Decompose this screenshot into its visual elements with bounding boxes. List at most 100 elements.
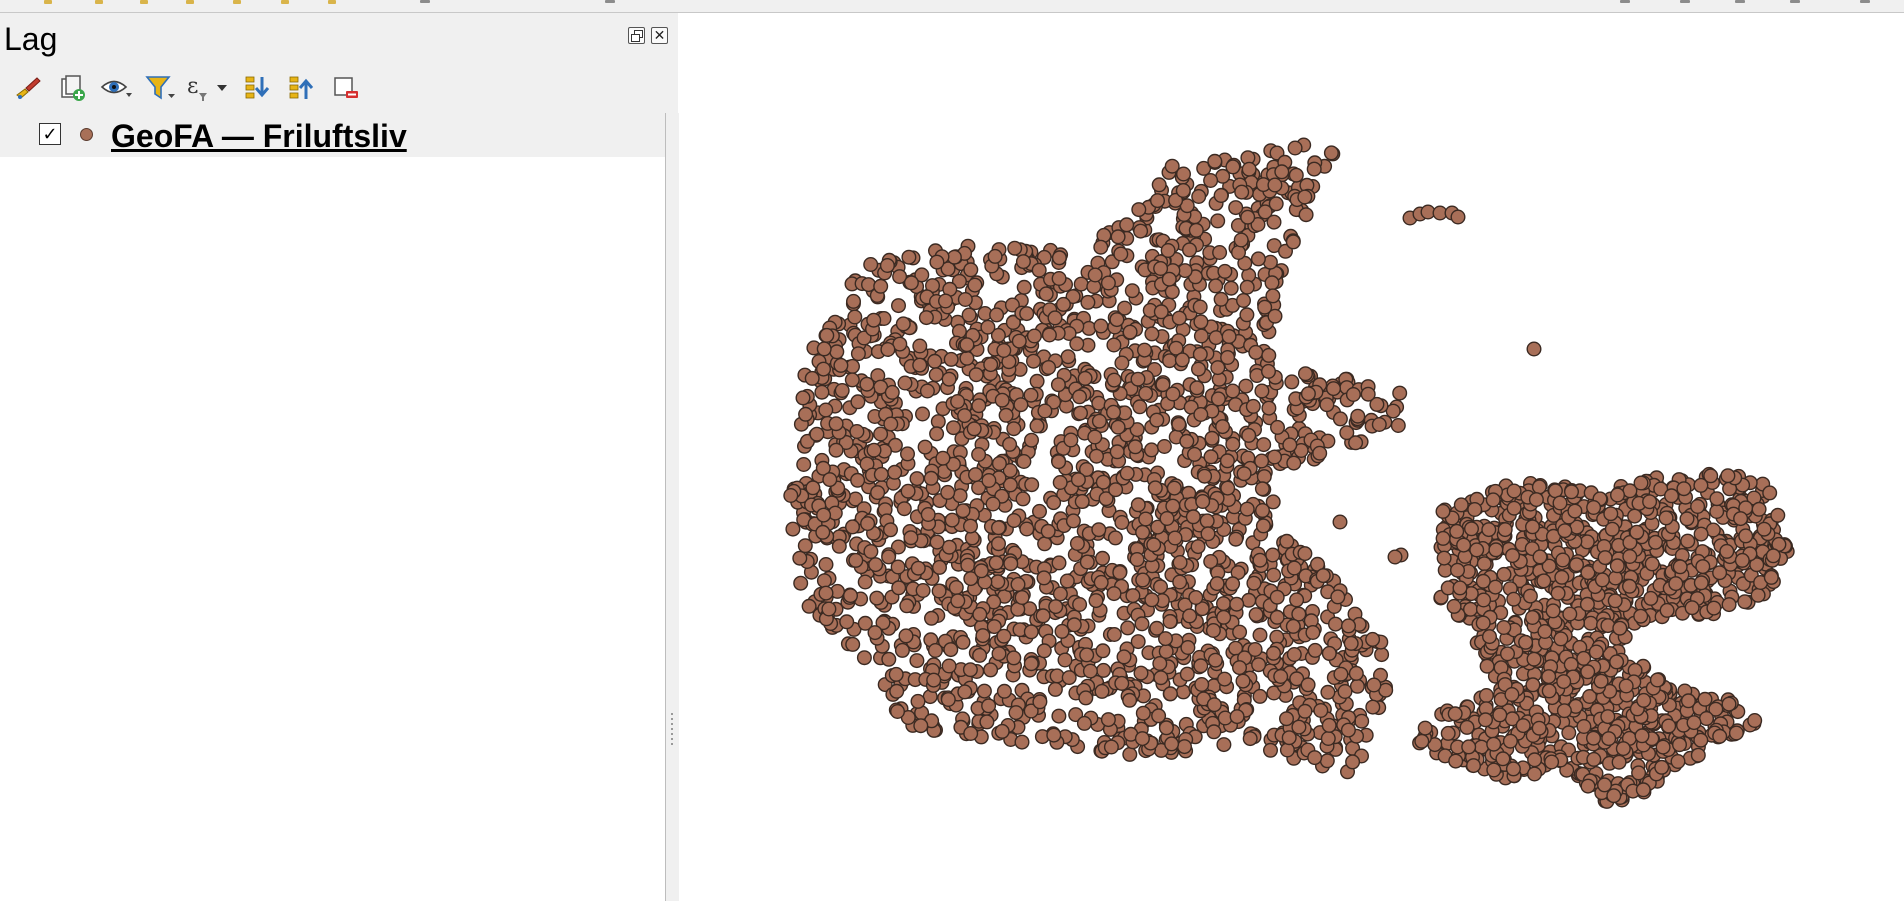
map-point	[828, 416, 844, 432]
map-point	[1588, 644, 1604, 660]
add-group-button[interactable]	[50, 69, 94, 107]
map-point	[1046, 495, 1062, 511]
map-point	[856, 650, 872, 666]
map-point	[890, 298, 906, 314]
map-point	[1728, 725, 1744, 741]
map-point	[1217, 671, 1233, 687]
map-point	[1088, 593, 1104, 609]
layer-name[interactable]: GeoFA — Friluftsliv	[111, 118, 407, 154]
map-point	[1436, 550, 1452, 566]
map-point	[1162, 614, 1178, 630]
map-point	[966, 421, 982, 437]
map-point	[1340, 722, 1356, 738]
layer-visibility-checkbox[interactable]: ✓	[39, 123, 61, 145]
map-point	[1135, 705, 1151, 721]
map-point	[1414, 733, 1430, 749]
map-point	[1332, 514, 1348, 530]
map-point	[860, 277, 876, 293]
filter-expression-button[interactable]: ε	[182, 69, 236, 107]
map-point	[1167, 530, 1183, 546]
toolbar-icon-fragment	[605, 0, 615, 3]
map-point	[815, 361, 831, 377]
map-point	[1150, 193, 1166, 209]
map-point	[1100, 275, 1116, 291]
map-point	[1177, 739, 1193, 755]
map-point	[1712, 728, 1728, 744]
collapse-all-button[interactable]	[280, 69, 324, 107]
map-point	[989, 307, 1005, 323]
map-point	[983, 357, 999, 373]
map-point	[1254, 383, 1270, 399]
map-point	[931, 559, 947, 575]
map-point	[1144, 592, 1160, 608]
map-point	[1122, 692, 1138, 708]
map-point	[1059, 573, 1075, 589]
map-point	[1074, 494, 1090, 510]
map-point	[1114, 515, 1130, 531]
map-point	[1658, 510, 1674, 526]
map-point	[805, 480, 821, 496]
close-panel-icon[interactable]: ✕	[651, 27, 668, 44]
map-point	[1162, 686, 1178, 702]
map-point	[1476, 592, 1492, 608]
map-point	[1456, 537, 1472, 553]
map-point	[1024, 477, 1040, 493]
map-point	[1109, 444, 1125, 460]
remove-layer-button[interactable]	[324, 69, 368, 107]
map-point	[1604, 521, 1620, 537]
map-point	[1267, 177, 1283, 193]
map-point	[1307, 642, 1323, 658]
map-point	[1127, 439, 1143, 455]
map-point	[1269, 589, 1285, 605]
map-point	[961, 307, 977, 323]
map-point	[926, 672, 942, 688]
map-point	[1285, 618, 1301, 634]
map-point	[804, 370, 820, 386]
map-point	[1041, 327, 1057, 343]
map-canvas[interactable]	[679, 13, 1904, 901]
map-point	[1089, 448, 1105, 464]
map-point	[1615, 741, 1631, 757]
toolbar-icon-fragment	[186, 0, 194, 4]
map-point	[1051, 271, 1067, 287]
map-point	[1607, 593, 1623, 609]
panel-splitter[interactable]	[665, 113, 679, 901]
map-point	[1106, 586, 1122, 602]
map-point	[1693, 477, 1709, 493]
float-panel-icon[interactable]	[628, 27, 645, 44]
map-point	[944, 512, 960, 528]
map-point	[1333, 666, 1349, 682]
map-point	[1298, 366, 1314, 382]
map-point	[1223, 280, 1239, 296]
map-point	[1680, 693, 1696, 709]
style-brush-button[interactable]	[6, 69, 50, 107]
map-point	[1236, 466, 1252, 482]
layer-tree-item[interactable]: ✓ GeoFA — Friluftsliv	[0, 113, 665, 157]
map-point	[1189, 380, 1205, 396]
map-point	[1527, 766, 1543, 782]
map-point	[814, 384, 830, 400]
map-point	[1594, 572, 1610, 588]
expand-all-button[interactable]	[236, 69, 280, 107]
manage-visibility-button[interactable]	[94, 69, 138, 107]
map-point	[1179, 433, 1195, 449]
map-point	[1037, 403, 1053, 419]
map-point	[1300, 677, 1316, 693]
map-point	[1054, 623, 1070, 639]
map-point	[1160, 242, 1176, 258]
map-point	[990, 574, 1006, 590]
map-point	[971, 398, 987, 414]
point-symbol-icon	[80, 128, 93, 141]
map-point	[1135, 572, 1151, 588]
map-point	[1014, 590, 1030, 606]
map-point	[1106, 372, 1122, 388]
map-point	[955, 634, 971, 650]
map-point	[1298, 207, 1314, 223]
map-point	[1709, 491, 1725, 507]
map-points-layer	[783, 137, 1795, 809]
map-point	[1633, 608, 1649, 624]
map-point	[1709, 504, 1725, 520]
map-point	[1525, 610, 1541, 626]
filter-legend-button[interactable]	[138, 69, 182, 107]
map-point	[1648, 534, 1664, 550]
